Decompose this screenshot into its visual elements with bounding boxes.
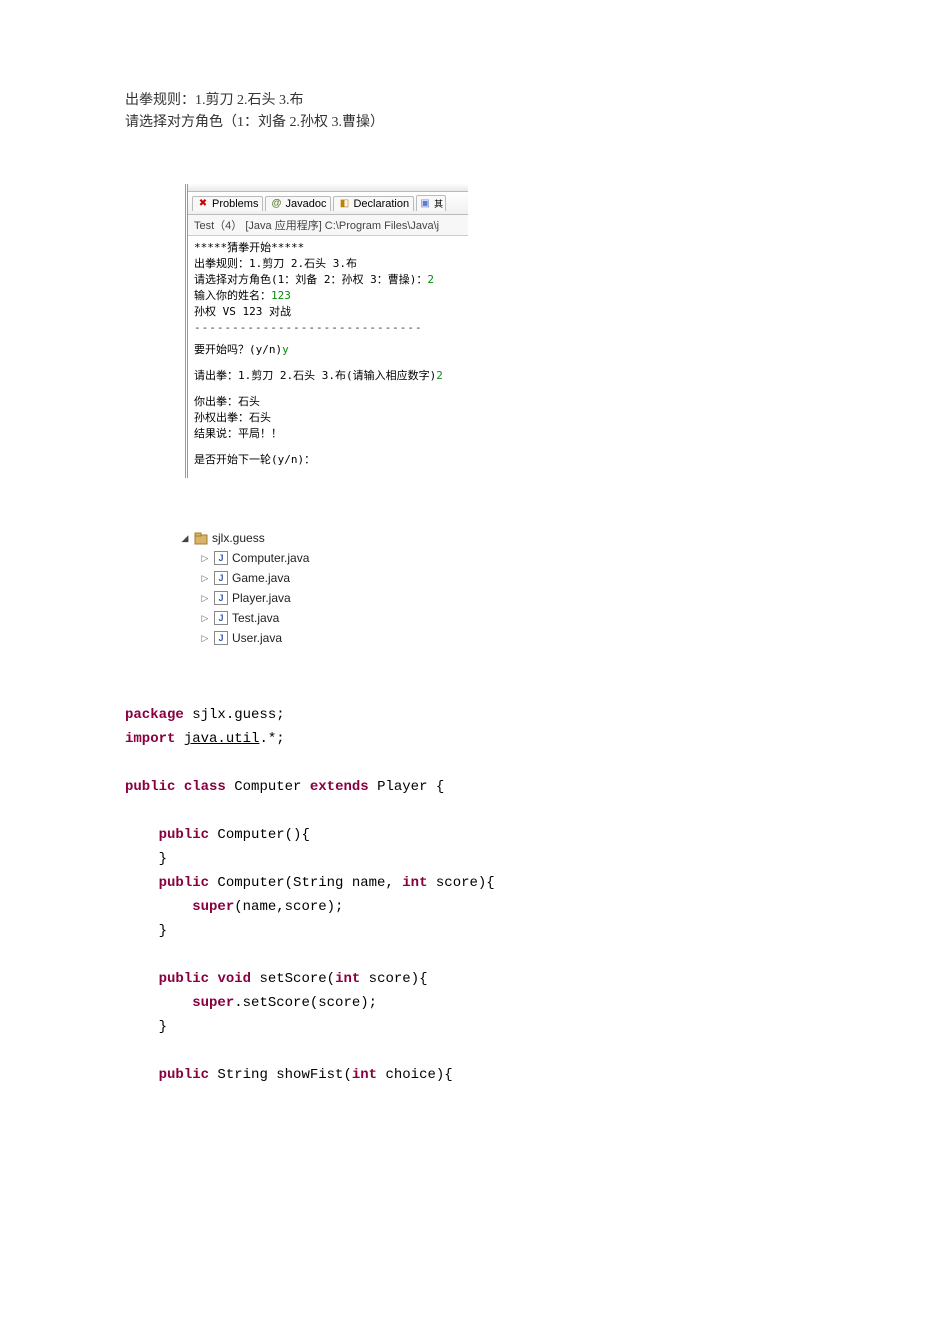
java-file-icon: J [214, 571, 228, 585]
console-panel: ✖ Problems @ Javadoc ◧ Declaration ▣ 其 T… [185, 184, 468, 478]
tab-javadoc-label: Javadoc [285, 198, 326, 210]
java-file-icon: J [214, 551, 228, 565]
javadoc-icon: @ [270, 198, 282, 210]
code-classname: Computer [226, 779, 310, 795]
con-l4b: 123 [271, 289, 291, 302]
con-l9: 孙权出拳：石头 [194, 410, 462, 426]
con-l8: 你出拳：石头 [194, 394, 462, 410]
kw-public: public [125, 779, 175, 795]
code-ctor2a: Computer(String name, [209, 875, 402, 891]
con-l3a: 请选择对方角色(1：刘备 2：孙权 3：曹操)： [194, 273, 427, 286]
collapse-icon[interactable]: ▷ [200, 573, 210, 584]
code-showfist-a: String showFist( [209, 1067, 352, 1083]
declaration-icon: ◧ [338, 198, 350, 210]
tab-problems[interactable]: ✖ Problems [192, 196, 263, 211]
file-label-4: User.java [232, 631, 282, 645]
file-label-0: Computer.java [232, 551, 309, 565]
code-import-tail: .*; [259, 731, 284, 747]
collapse-icon[interactable]: ▷ [200, 553, 210, 564]
file-row-0[interactable]: ▷ J Computer.java [200, 548, 945, 568]
kw-int: int [335, 971, 360, 987]
kw-public: public [159, 971, 209, 987]
console-icon: ▣ [419, 198, 431, 210]
code-super2: .setScore(score); [234, 995, 377, 1011]
file-label-3: Test.java [232, 611, 279, 625]
tab-problems-label: Problems [212, 198, 258, 210]
con-l10: 结果说：平局！！ [194, 426, 462, 442]
collapse-icon[interactable]: ▷ [200, 593, 210, 604]
kw-public: public [159, 875, 209, 891]
code-showfist-b: choice){ [377, 1067, 453, 1083]
tab-console[interactable]: ▣ 其 [416, 195, 446, 211]
code-brace: } [159, 923, 167, 939]
file-row-3[interactable]: ▷ J Test.java [200, 608, 945, 628]
file-row-2[interactable]: ▷ J Player.java [200, 588, 945, 608]
code-import: java.util [184, 731, 260, 747]
tab-declaration-label: Declaration [353, 198, 409, 210]
intro-text: 出拳规则：1.剪刀 2.石头 3.布 请选择对方角色（1：刘备 2.孙权 3.曹… [125, 90, 945, 134]
con-l5: 孙权 VS 123 对战 [194, 304, 462, 320]
code-block: package sjlx.guess; import java.util.*; … [125, 703, 945, 1087]
code-setscore-b: score){ [360, 971, 427, 987]
code-setscore-a: setScore( [251, 971, 335, 987]
con-l1: *****猜拳开始***** [194, 240, 462, 256]
collapse-icon[interactable]: ▷ [200, 633, 210, 644]
code-brace: } [159, 851, 167, 867]
code-ctor2b: score){ [427, 875, 494, 891]
intro-line-1: 出拳规则：1.剪刀 2.石头 3.布 [125, 90, 945, 112]
con-l2: 出拳规则：1.剪刀 2.石头 3.布 [194, 256, 462, 272]
intro-line-2: 请选择对方角色（1：刘备 2.孙权 3.曹操） [125, 112, 945, 134]
code-pkg: sjlx.guess; [184, 707, 285, 723]
java-file-icon: J [214, 631, 228, 645]
kw-int: int [402, 875, 427, 891]
con-l11: 是否开始下一轮(y/n)： [194, 452, 462, 468]
kw-super: super [192, 995, 234, 1011]
code-brace: } [159, 1019, 167, 1035]
file-label-2: Player.java [232, 591, 291, 605]
console-output: *****猜拳开始***** 出拳规则：1.剪刀 2.石头 3.布 请选择对方角… [188, 236, 468, 478]
java-file-icon: J [214, 591, 228, 605]
terminated-line: Test（4） [Java 应用程序] C:\Program Files\Jav… [188, 215, 468, 236]
code-ctor1: Computer(){ [209, 827, 310, 843]
code-extends: Player { [369, 779, 445, 795]
kw-public: public [159, 827, 209, 843]
con-l6a: 要开始吗？(y/n) [194, 343, 282, 356]
package-explorer: ◢ sjlx.guess ▷ J Computer.java ▷ J Game.… [180, 528, 945, 648]
package-icon [194, 531, 208, 545]
con-l7a: 请出拳：1.剪刀 2.石头 3.布(请输入相应数字) [194, 369, 436, 382]
file-label-1: Game.java [232, 571, 290, 585]
problems-icon: ✖ [197, 198, 209, 210]
kw-import: import [125, 731, 175, 747]
console-toolbar [188, 184, 468, 192]
expand-icon[interactable]: ◢ [180, 533, 190, 544]
collapse-icon[interactable]: ▷ [200, 613, 210, 624]
kw-class: class [184, 779, 226, 795]
kw-void: void [217, 971, 251, 987]
file-row-4[interactable]: ▷ J User.java [200, 628, 945, 648]
con-l4a: 输入你的姓名： [194, 289, 271, 302]
kw-int: int [352, 1067, 377, 1083]
con-l7b: 2 [436, 369, 443, 382]
tab-console-extra: 其 [434, 197, 443, 210]
con-dashes: ------------------------------ [194, 320, 462, 336]
kw-extends: extends [310, 779, 369, 795]
kw-package: package [125, 707, 184, 723]
tabs-row: ✖ Problems @ Javadoc ◧ Declaration ▣ 其 [188, 192, 468, 215]
file-row-1[interactable]: ▷ J Game.java [200, 568, 945, 588]
code-super1: (name,score); [234, 899, 343, 915]
con-l3b: 2 [427, 273, 434, 286]
java-file-icon: J [214, 611, 228, 625]
kw-public: public [159, 1067, 209, 1083]
kw-super: super [192, 899, 234, 915]
pkg-row[interactable]: ◢ sjlx.guess [180, 528, 945, 548]
tab-declaration[interactable]: ◧ Declaration [333, 196, 414, 211]
pkg-label: sjlx.guess [212, 531, 265, 545]
tab-javadoc[interactable]: @ Javadoc [265, 196, 331, 211]
con-l6b: y [282, 343, 289, 356]
